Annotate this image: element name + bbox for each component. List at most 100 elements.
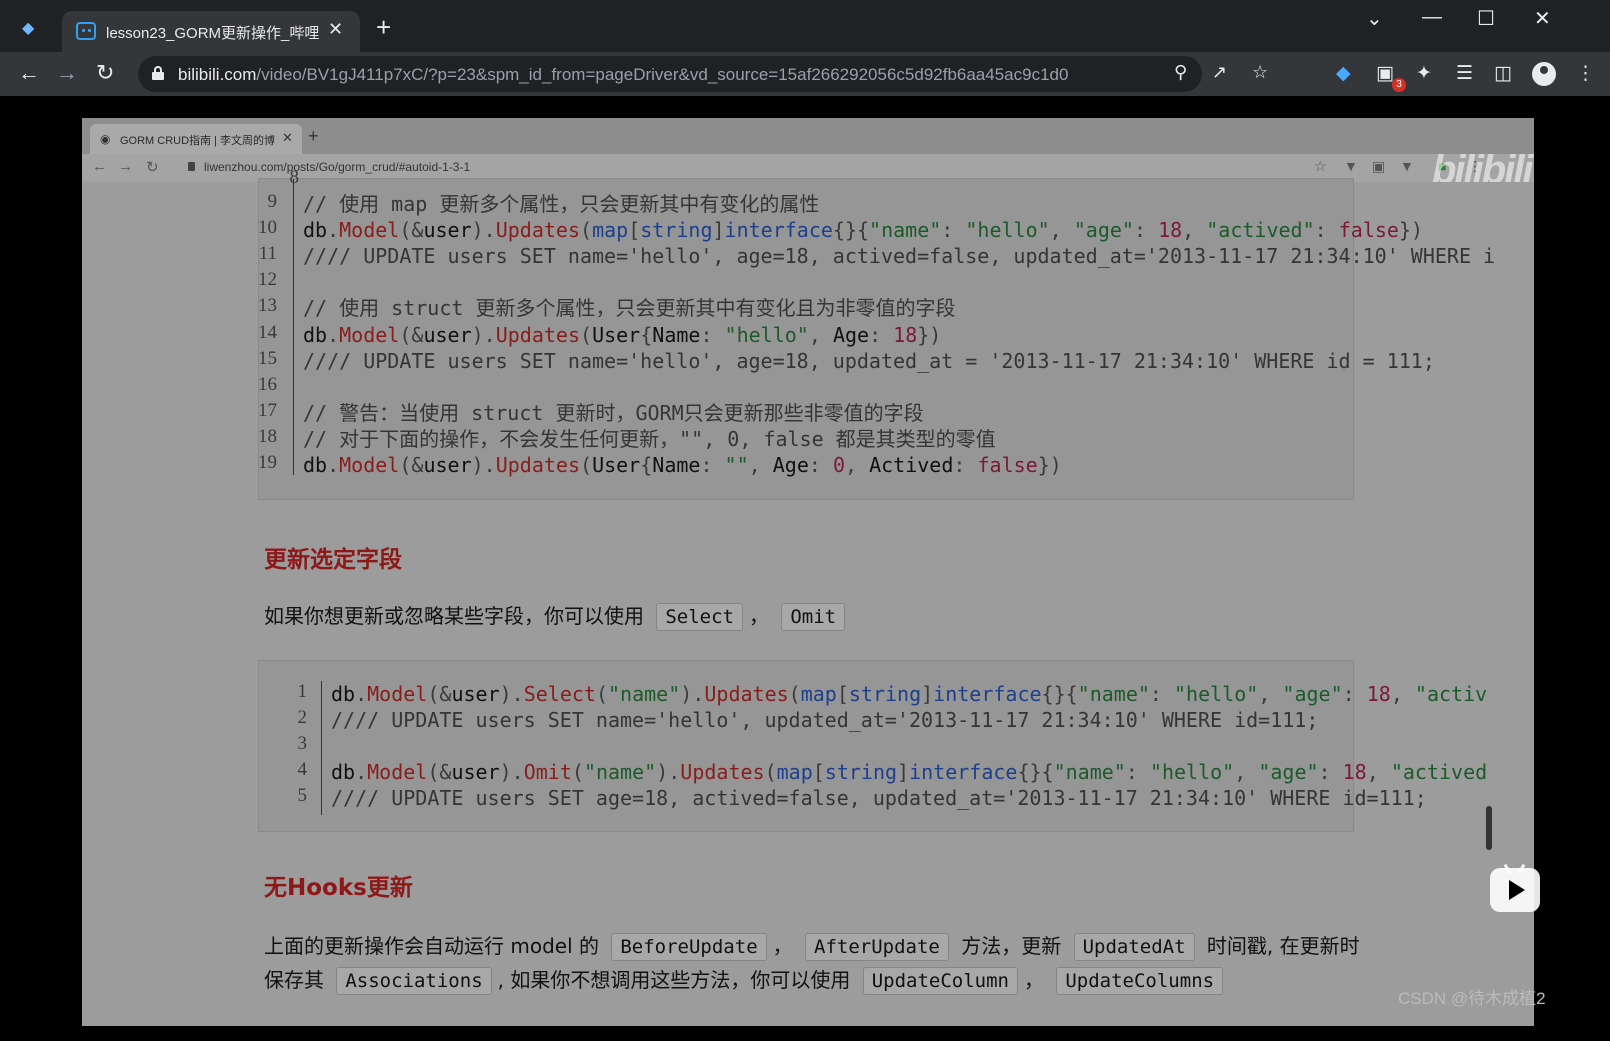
video-player[interactable]: ◉ GORM CRUD指南 | 李文周的博 ✕ + ← → ↻ liwenzho…	[0, 96, 1610, 1041]
code-line: // 使用 struct 更新多个属性，只会更新其中有变化且为非零值的字段	[303, 296, 956, 321]
media-queue-icon[interactable]: ☰	[1456, 62, 1473, 85]
code-line: db.Model(&user).Updates(User{Name: "", A…	[303, 453, 1062, 477]
outer-tab-bar: ◆ lesson23_GORM更新操作_哔哩 ✕ + ⌄ — ☐ ✕	[0, 0, 1610, 52]
inline-code-associations: Associations	[336, 967, 492, 995]
address-bar[interactable]: bilibili.com/video/BV1gJ411p7xC/?p=23&sp…	[138, 56, 1268, 92]
inner-tab-close-icon: ✕	[282, 130, 293, 145]
side-panel-icon[interactable]: ◫	[1494, 62, 1512, 85]
hooks-paragraph-line-1: 上面的更新操作会自动运行 model 的 BeforeUpdate， After…	[264, 930, 1360, 961]
paragraph-text: 如果你想更新或忽略某些字段，你可以使用	[264, 604, 644, 628]
maximize-icon[interactable]: ☐	[1477, 6, 1495, 31]
outer-toolbar: ← → ↻ bilibili.com/video/BV1gJ411p7xC/?p…	[0, 52, 1610, 96]
extension-game-icon[interactable]: ▣	[1376, 62, 1394, 85]
line-number: 11	[258, 243, 277, 265]
inner-url: liwenzhou.com/posts/Go/gorm_crud/#autoid…	[204, 160, 471, 174]
line-number: 17	[258, 399, 277, 421]
code-block-1: 8 9// 使用 map 更新多个属性，只会更新其中有变化的属性 10 db.Mod…	[258, 167, 1495, 500]
scrollbar-thumb[interactable]	[1486, 806, 1492, 850]
tab-search-chevron-icon[interactable]: ⌄	[1366, 6, 1383, 31]
paragraph-text: 保存其	[264, 968, 324, 992]
section-heading-hooks: 无Hooks更新	[264, 875, 413, 901]
code-line: // 警告：当使用 struct 更新时，GORM只会更新那些非零值的字段	[303, 400, 924, 425]
line-number: 16	[258, 373, 277, 395]
code-line: db.Model(&user).Updates(User{Name: "hell…	[303, 322, 942, 347]
minimize-icon[interactable]: —	[1422, 6, 1442, 29]
gutter-separator	[321, 681, 322, 815]
inline-code-omit: Omit	[781, 603, 846, 631]
back-arrow-icon[interactable]: ←	[18, 60, 40, 86]
code-line: //// UPDATE users SET age=18, actived=fa…	[331, 786, 1427, 810]
line-number: 3	[297, 733, 308, 754]
video-frame: ◉ GORM CRUD指南 | 李文周的博 ✕ + ← → ↻ liwenzho…	[82, 118, 1534, 1026]
select-paragraph: 如果你想更新或忽略某些字段，你可以使用 Select， Omit	[264, 600, 851, 631]
bookmark-star-icon[interactable]: ☆	[1252, 62, 1268, 83]
globe-icon: ◉	[100, 132, 111, 146]
zoom-icon[interactable]: ⚲	[1174, 62, 1187, 83]
inline-code-beforeupdate: BeforeUpdate	[611, 933, 767, 961]
share-icon[interactable]: ↗	[1212, 62, 1227, 83]
outer-tab-active[interactable]: lesson23_GORM更新操作_哔哩 ✕	[62, 11, 360, 52]
inner-reload-icon: ↻	[146, 159, 159, 176]
inner-tab-bar: ◉ GORM CRUD指南 | 李文周的博 ✕ +	[82, 118, 1534, 154]
line-number: 10	[258, 217, 277, 239]
line-number: 1	[297, 681, 308, 702]
gutter-separator	[293, 179, 294, 475]
inner-tab: ◉ GORM CRUD指南 | 李文周的博 ✕	[90, 124, 302, 154]
inline-code-afterupdate: AfterUpdate	[805, 933, 949, 961]
paragraph-text: , 如果你不想调用这些方法，你可以使用	[497, 968, 851, 992]
code-line: db.Model(&user).Select("name").Updates(m…	[331, 682, 1488, 706]
tab-close-icon[interactable]: ✕	[328, 19, 343, 40]
paragraph-text: 上面的更新操作会自动运行 model 的	[264, 934, 599, 958]
inner-extension-icon: ▼	[1344, 158, 1358, 174]
inline-code-updatecolumns: UpdateColumns	[1056, 967, 1224, 995]
section-heading-select: 更新选定字段	[264, 547, 402, 573]
inline-code-updatecolumn: UpdateColumn	[862, 967, 1018, 995]
extension-gem-icon[interactable]: ◆	[22, 18, 42, 38]
bilibili-favicon-icon	[76, 22, 96, 40]
extension-badge: 3	[1392, 78, 1406, 92]
menu-kebab-icon[interactable]: ⋮	[1576, 62, 1595, 85]
inner-back-icon: ←	[92, 158, 107, 175]
inner-extension-icon: ▣	[1372, 158, 1386, 174]
new-tab-icon[interactable]: +	[376, 14, 391, 40]
code-line: db.Model(&user).Updates(map[string]inter…	[303, 218, 1424, 243]
lock-icon[interactable]	[152, 66, 164, 80]
line-number: 15	[258, 347, 277, 369]
line-number: 2	[297, 707, 308, 728]
window-close-icon[interactable]: ✕	[1534, 6, 1551, 31]
line-number: 12	[258, 269, 277, 291]
line-number: 18	[258, 425, 277, 447]
inner-tab-title: GORM CRUD指南 | 李文周的博	[120, 135, 276, 147]
inner-new-tab-icon: +	[308, 126, 319, 146]
code-line: // 使用 map 更新多个属性，只会更新其中有变化的属性	[303, 192, 820, 216]
play-icon[interactable]	[1490, 868, 1540, 912]
line-number: 5	[297, 785, 308, 806]
line-number: 14	[258, 321, 277, 343]
code-line: //// UPDATE users SET name='hello', age=…	[303, 244, 1496, 269]
profile-avatar[interactable]	[1532, 62, 1556, 86]
inline-code-updatedat: UpdatedAt	[1073, 933, 1195, 961]
extensions-puzzle-icon[interactable]: ✦	[1416, 62, 1432, 85]
line-number: 4	[297, 759, 308, 780]
extension-gem-icon[interactable]: ◆	[1336, 62, 1351, 85]
line-number: 19	[258, 452, 277, 473]
separator: ，	[1024, 968, 1044, 992]
inner-star-icon: ☆	[1314, 158, 1327, 174]
code-line: // 对于下面的操作，不会发生任何更新，"", 0, false 都是其类型的零…	[303, 426, 996, 451]
article-page: 8 9// 使用 map 更新多个属性，只会更新其中有变化的属性 10 db.Mod…	[82, 167, 1534, 1026]
code-line: //// UPDATE users SET name='hello', age=…	[303, 348, 1435, 373]
inner-forward-icon: →	[118, 158, 133, 175]
outer-tab-title: lesson23_GORM更新操作_哔哩	[106, 25, 320, 42]
inline-code-select: Select	[656, 603, 743, 631]
line-number: 9	[267, 191, 278, 212]
code-line: //// UPDATE users SET name='hello', upda…	[331, 708, 1319, 732]
forward-arrow-icon[interactable]: →	[56, 60, 78, 86]
reload-icon[interactable]: ↻	[96, 60, 114, 86]
inner-extension-icon: ▼	[1400, 158, 1414, 174]
address-url[interactable]: bilibili.com/video/BV1gJ411p7xC/?p=23&sp…	[178, 65, 1068, 85]
code-block-2: 1 db.Model(&user).Select("name").Updates(…	[258, 660, 1487, 832]
separator: ，	[749, 604, 769, 628]
separator: ，	[772, 934, 793, 958]
paragraph-text: 方法，更新	[961, 934, 1062, 958]
hooks-paragraph-line-2: 保存其 Associations, 如果你不想调用这些方法，你可以使用 Upda…	[264, 964, 1229, 995]
